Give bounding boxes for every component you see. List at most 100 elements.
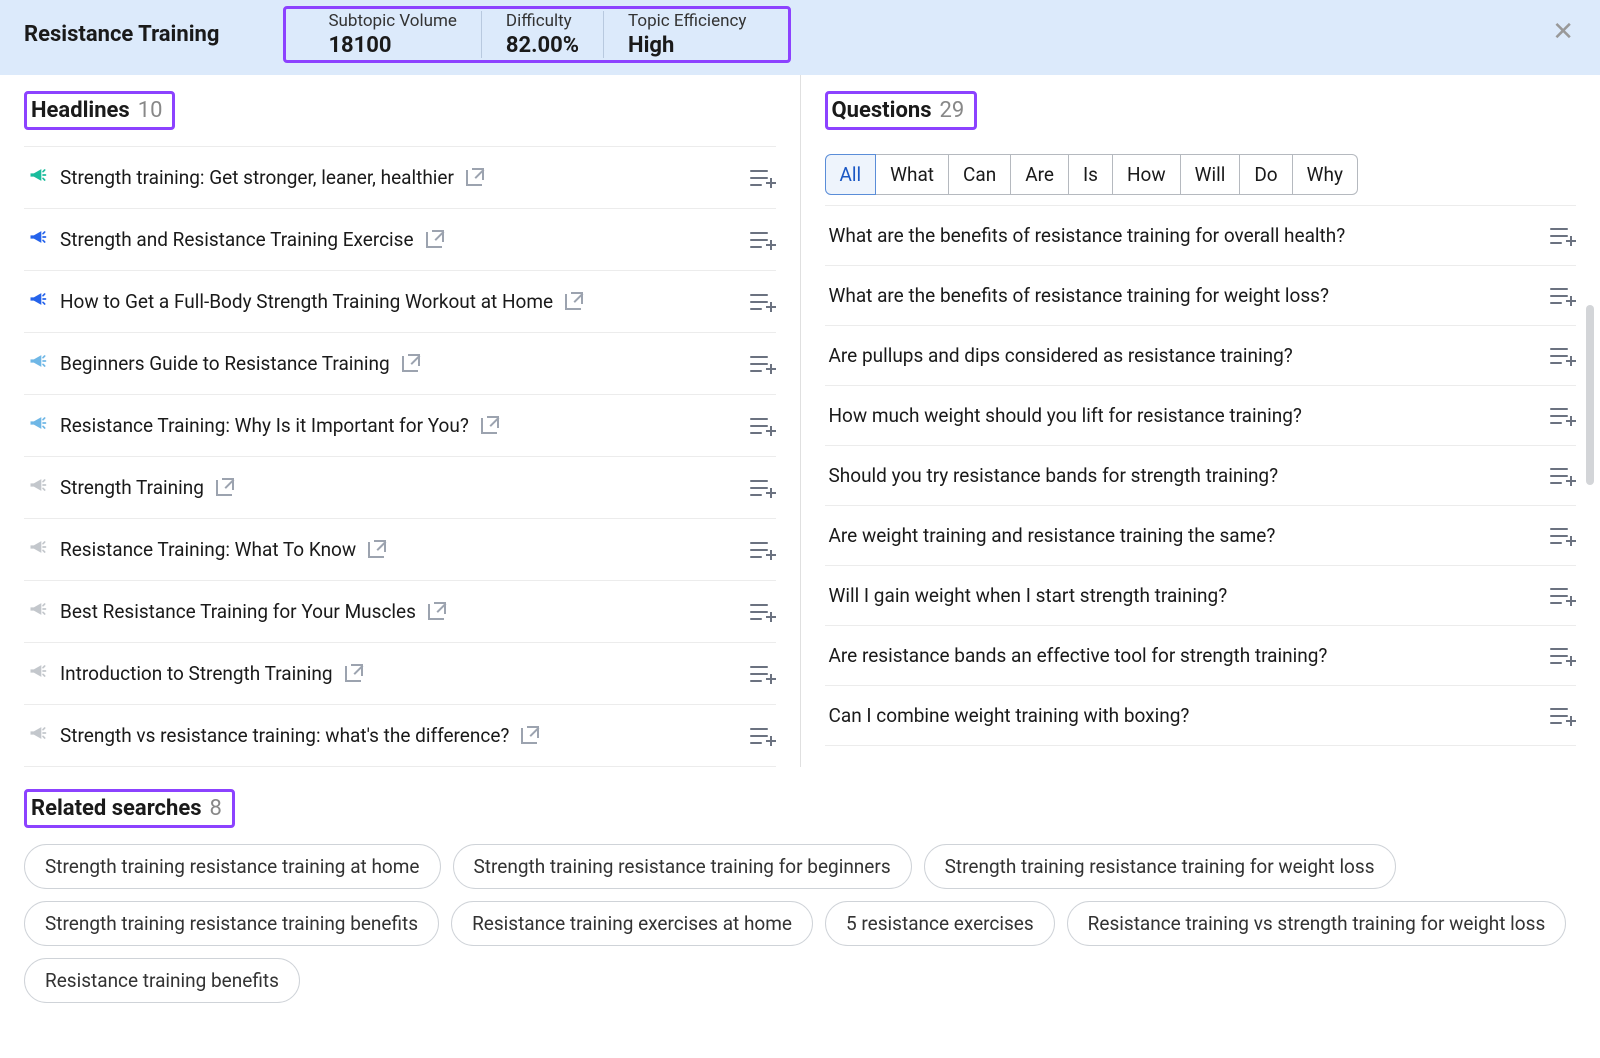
question-text[interactable]: Are pullups and dips considered as resis…: [829, 344, 1293, 367]
add-to-list-icon[interactable]: [750, 293, 772, 311]
question-text[interactable]: Can I combine weight training with boxin…: [829, 704, 1190, 727]
question-filter-tab[interactable]: Will: [1181, 154, 1241, 195]
headline-row: Best Resistance Training for Your Muscle…: [24, 581, 776, 643]
external-link-icon[interactable]: [521, 728, 537, 744]
add-to-list-icon[interactable]: [750, 417, 772, 435]
add-to-list-icon[interactable]: [1550, 407, 1572, 425]
external-link-icon[interactable]: [466, 170, 482, 186]
headlines-heading: Headlines 10: [24, 91, 175, 130]
questions-heading: Questions 29: [825, 91, 978, 130]
external-link-icon[interactable]: [216, 480, 232, 496]
question-filter-tab[interactable]: How: [1113, 154, 1181, 195]
question-text[interactable]: Will I gain weight when I start strength…: [829, 584, 1228, 607]
headline-text[interactable]: Strength Training: [60, 476, 204, 499]
megaphone-icon: [28, 351, 48, 376]
related-search-chip[interactable]: Resistance training vs strength training…: [1067, 901, 1567, 946]
question-row: Can I combine weight training with boxin…: [825, 686, 1577, 746]
headline-row: Strength vs resistance training: what's …: [24, 705, 776, 767]
headline-text[interactable]: Strength training: Get stronger, leaner,…: [60, 166, 454, 189]
headline-row: Strength and Resistance Training Exercis…: [24, 209, 776, 271]
question-filter-tab[interactable]: Why: [1293, 154, 1358, 195]
add-to-list-icon[interactable]: [750, 169, 772, 187]
related-chip-list: Strength training resistance training at…: [24, 844, 1576, 1003]
headline-text[interactable]: Strength vs resistance training: what's …: [60, 724, 509, 747]
add-to-list-icon[interactable]: [750, 231, 772, 249]
question-text[interactable]: What are the benefits of resistance trai…: [829, 224, 1346, 247]
headline-text[interactable]: Beginners Guide to Resistance Training: [60, 352, 390, 375]
related-search-chip[interactable]: Strength training resistance training fo…: [924, 844, 1396, 889]
add-to-list-icon[interactable]: [750, 541, 772, 559]
add-to-list-icon[interactable]: [1550, 467, 1572, 485]
add-to-list-icon[interactable]: [1550, 587, 1572, 605]
megaphone-icon: [28, 537, 48, 562]
headline-text[interactable]: Strength and Resistance Training Exercis…: [60, 228, 414, 251]
question-filter-tab[interactable]: Do: [1240, 154, 1292, 195]
metric-value: 18100: [328, 33, 456, 58]
question-text[interactable]: Are resistance bands an effective tool f…: [829, 644, 1328, 667]
metric-label: Subtopic Volume: [328, 11, 456, 31]
related-search-chip[interactable]: Strength training resistance training be…: [24, 901, 439, 946]
question-row: What are the benefits of resistance trai…: [825, 266, 1577, 326]
metric-topic-efficiency: Topic Efficiency High: [604, 11, 770, 58]
headline-row: Resistance Training: Why Is it Important…: [24, 395, 776, 457]
add-to-list-icon[interactable]: [750, 479, 772, 497]
related-search-chip[interactable]: Strength training resistance training fo…: [453, 844, 912, 889]
megaphone-icon: [28, 723, 48, 748]
headline-text[interactable]: Resistance Training: Why Is it Important…: [60, 414, 469, 437]
add-to-list-icon[interactable]: [750, 727, 772, 745]
section-title: Related searches: [31, 796, 202, 821]
metric-value: 82.00%: [506, 33, 579, 58]
add-to-list-icon[interactable]: [750, 665, 772, 683]
megaphone-icon: [28, 475, 48, 500]
metric-value: High: [628, 33, 746, 58]
related-search-chip[interactable]: Resistance training exercises at home: [451, 901, 813, 946]
related-search-chip[interactable]: 5 resistance exercises: [825, 901, 1055, 946]
section-title: Questions: [832, 98, 932, 123]
question-text[interactable]: Are weight training and resistance train…: [829, 524, 1276, 547]
scrollbar-thumb[interactable]: [1586, 305, 1594, 485]
external-link-icon[interactable]: [428, 604, 444, 620]
megaphone-icon: [28, 599, 48, 624]
question-row: Should you try resistance bands for stre…: [825, 446, 1577, 506]
question-filter-tab[interactable]: What: [876, 154, 949, 195]
add-to-list-icon[interactable]: [1550, 227, 1572, 245]
external-link-icon[interactable]: [565, 294, 581, 310]
external-link-icon[interactable]: [345, 666, 361, 682]
question-filter-tab[interactable]: Are: [1011, 154, 1069, 195]
add-to-list-icon[interactable]: [1550, 287, 1572, 305]
question-filter-tab[interactable]: All: [825, 154, 877, 195]
headline-row: Strength Training: [24, 457, 776, 519]
headline-text[interactable]: Resistance Training: What To Know: [60, 538, 356, 561]
external-link-icon[interactable]: [481, 418, 497, 434]
add-to-list-icon[interactable]: [1550, 527, 1572, 545]
headline-text[interactable]: Introduction to Strength Training: [60, 662, 333, 685]
external-link-icon[interactable]: [426, 232, 442, 248]
question-row: Are pullups and dips considered as resis…: [825, 326, 1577, 386]
related-search-chip[interactable]: Resistance training benefits: [24, 958, 300, 1003]
external-link-icon[interactable]: [368, 542, 384, 558]
megaphone-icon: [28, 227, 48, 252]
question-filter-tab[interactable]: Can: [949, 154, 1011, 195]
question-text[interactable]: What are the benefits of resistance trai…: [829, 284, 1329, 307]
section-title: Headlines: [31, 98, 130, 123]
question-text[interactable]: Should you try resistance bands for stre…: [829, 464, 1279, 487]
metric-label: Topic Efficiency: [628, 11, 746, 31]
add-to-list-icon[interactable]: [1550, 707, 1572, 725]
headline-row: Introduction to Strength Training: [24, 643, 776, 705]
question-row: How much weight should you lift for resi…: [825, 386, 1577, 446]
question-text[interactable]: How much weight should you lift for resi…: [829, 404, 1302, 427]
add-to-list-icon[interactable]: [1550, 347, 1572, 365]
megaphone-icon: [28, 661, 48, 686]
related-search-chip[interactable]: Strength training resistance training at…: [24, 844, 441, 889]
headline-text[interactable]: How to Get a Full-Body Strength Training…: [60, 290, 553, 313]
external-link-icon[interactable]: [402, 356, 418, 372]
add-to-list-icon[interactable]: [750, 355, 772, 373]
question-filter-tab[interactable]: Is: [1069, 154, 1113, 195]
add-to-list-icon[interactable]: [1550, 647, 1572, 665]
question-row: Will I gain weight when I start strength…: [825, 566, 1577, 626]
headline-row: Strength training: Get stronger, leaner,…: [24, 146, 776, 209]
megaphone-icon: [28, 413, 48, 438]
question-row: What are the benefits of resistance trai…: [825, 205, 1577, 266]
add-to-list-icon[interactable]: [750, 603, 772, 621]
headline-text[interactable]: Best Resistance Training for Your Muscle…: [60, 600, 416, 623]
